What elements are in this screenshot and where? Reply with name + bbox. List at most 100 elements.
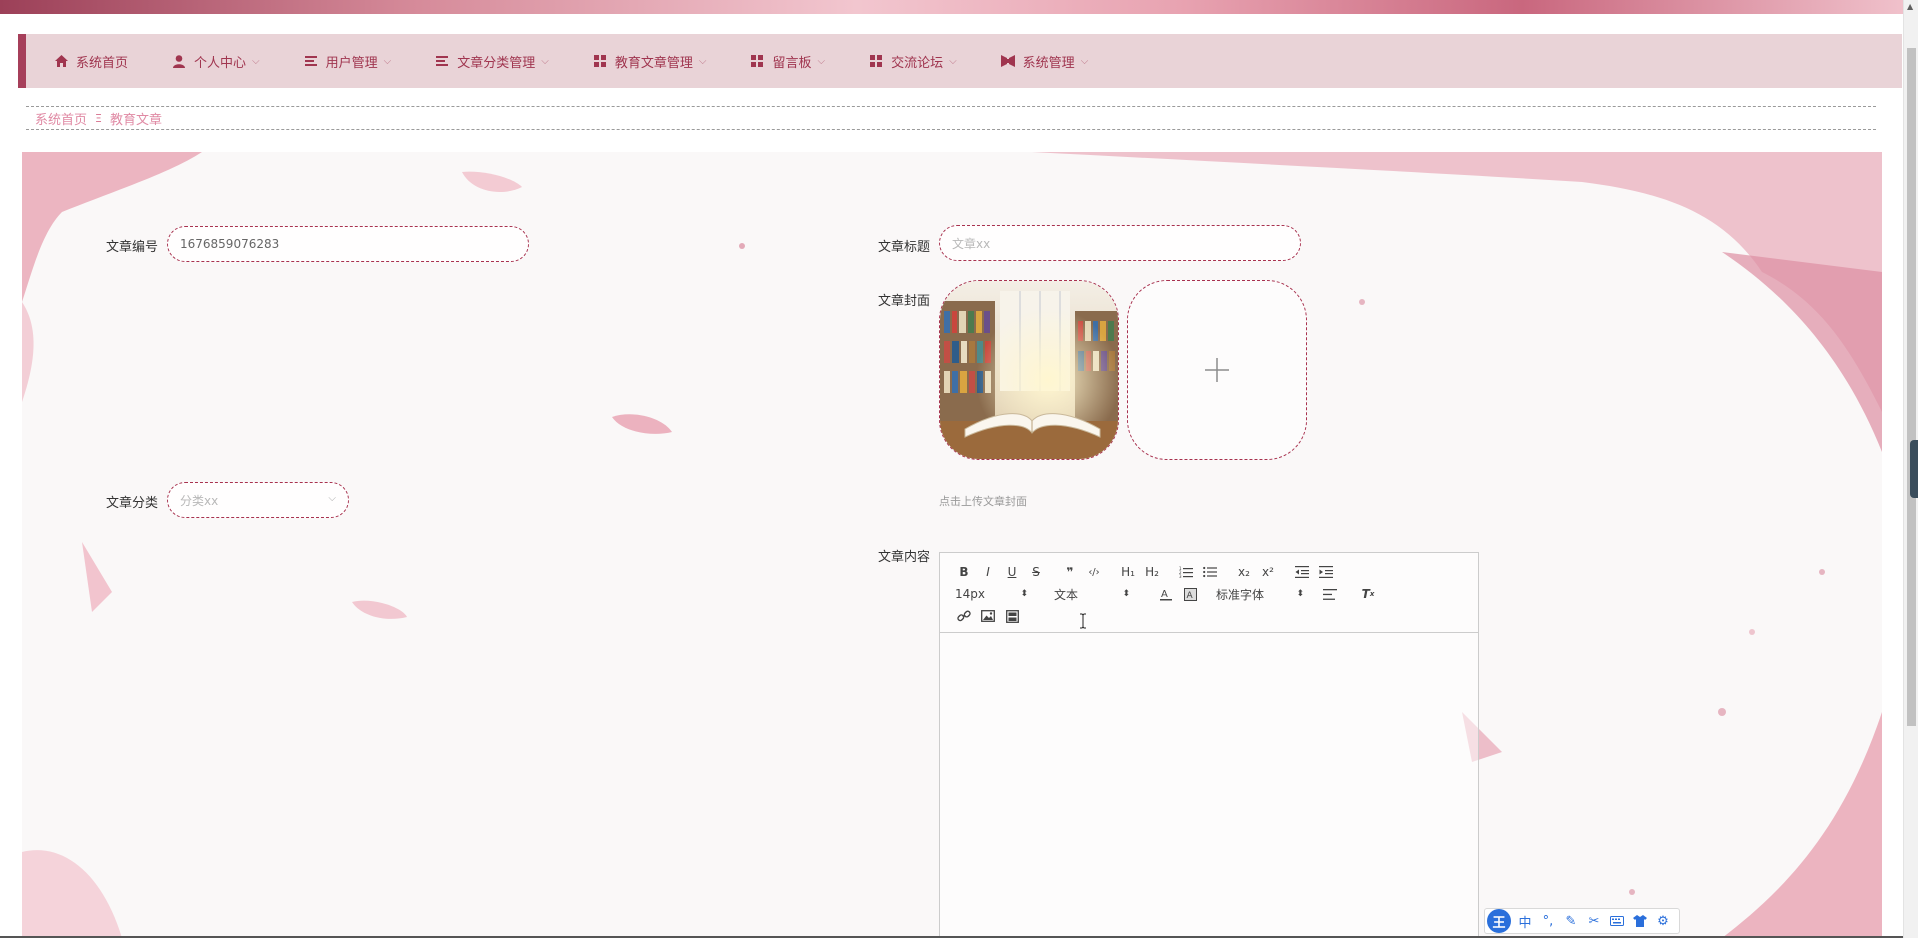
article-category-select[interactable]: 分类xx ⌵: [167, 482, 349, 518]
nav-item-label: 用户管理: [325, 55, 378, 71]
indent-icon[interactable]: [1314, 562, 1338, 582]
rich-text-editor: B I U S ❞ ‹/› H₁ H₂ 123 x₂ x² 14px ⬍ 文本 …: [939, 552, 1479, 938]
article-category-label: 文章分类: [105, 496, 158, 511]
keyboard-icon[interactable]: [1608, 912, 1626, 930]
chevron-down-icon: ⌵: [541, 55, 549, 67]
link-icon[interactable]: [952, 606, 976, 626]
nav-item-message-board[interactable]: 留言板 ⌵: [750, 52, 825, 71]
select-arrows-icon: ⬍: [1122, 589, 1130, 599]
select-arrows-icon: ⬍: [1020, 589, 1028, 599]
chevron-down-icon: ⌵: [698, 55, 707, 67]
h1-icon[interactable]: H₁: [1116, 562, 1140, 582]
settings-gear-icon[interactable]: ⚙: [1654, 912, 1672, 930]
image-icon[interactable]: [976, 606, 1000, 626]
header-select[interactable]: 文本 ⬍: [1054, 584, 1134, 604]
article-title-input[interactable]: 文章xx: [939, 225, 1301, 261]
scroll-up-arrow-icon[interactable]: ▲: [1907, 2, 1913, 11]
italic-icon[interactable]: I: [976, 562, 1000, 582]
category-select-placeholder: 分类xx: [180, 493, 219, 508]
nav-item-label: 留言板: [772, 55, 812, 71]
chevron-down-icon: ⌵: [817, 55, 826, 67]
ime-toolbar: 王 中 °, ✎ ✂ ⚙: [1484, 908, 1680, 934]
breadcrumb-separator: Ξ: [95, 111, 102, 125]
grid-icon: [869, 54, 883, 68]
blockquote-icon[interactable]: ❞: [1058, 562, 1082, 582]
font-size-select[interactable]: 14px ⬍: [952, 584, 1032, 604]
nav-item-article-management[interactable]: 教育文章管理 ⌵: [593, 52, 707, 71]
header-banner: [0, 0, 1903, 14]
article-cover-label: 文章封面: [877, 294, 930, 309]
bullet-list-icon[interactable]: [1198, 562, 1222, 582]
nav-item-forum[interactable]: 交流论坛 ⌵: [869, 52, 957, 71]
breadcrumb-current: 教育文章: [109, 112, 162, 128]
nav-item-label: 系统管理: [1022, 55, 1075, 71]
grid-icon: [593, 54, 607, 68]
list-icon: [435, 54, 449, 68]
ime-logo-icon[interactable]: 王: [1487, 909, 1511, 933]
font-family-select[interactable]: 标准字体 ⬍: [1216, 584, 1308, 604]
editor-content-area[interactable]: [940, 633, 1478, 938]
subscript-icon[interactable]: x₂: [1232, 562, 1256, 582]
ribbon-icon: [1000, 54, 1015, 68]
side-floating-tab[interactable]: [1910, 440, 1918, 498]
user-icon: [172, 54, 186, 68]
nav-item-personal-center[interactable]: 个人中心 ⌵: [172, 52, 260, 71]
form-panel: 文章编号 1676859076283 文章标题 文章xx 文章封面 点击上传文章…: [22, 152, 1882, 938]
grid-icon: [750, 54, 764, 68]
article-no-label: 文章编号: [105, 240, 158, 255]
h2-icon[interactable]: H₂: [1140, 562, 1164, 582]
cover-upload-hint: 点击上传文章封面: [939, 495, 1027, 508]
chevron-down-icon: ⌵: [383, 55, 392, 67]
scissors-icon[interactable]: ✂: [1585, 912, 1603, 930]
nav-item-label: 交流论坛: [891, 55, 944, 71]
superscript-icon[interactable]: x²: [1256, 562, 1280, 582]
article-content-label: 文章内容: [877, 550, 930, 565]
chevron-down-icon: ⌵: [949, 55, 957, 67]
video-icon[interactable]: [1000, 606, 1024, 626]
nav-item-system-management[interactable]: 系统管理 ⌵: [1000, 52, 1089, 71]
plus-icon: [1205, 358, 1229, 382]
punctuation-icon[interactable]: °,: [1539, 912, 1557, 930]
code-block-icon[interactable]: ‹/›: [1082, 562, 1106, 582]
select-arrows-icon: ⬍: [1296, 589, 1304, 599]
svg-text:A: A: [1186, 591, 1193, 601]
editor-toolbar: B I U S ❞ ‹/› H₁ H₂ 123 x₂ x² 14px ⬍ 文本 …: [940, 553, 1478, 633]
svg-text:3: 3: [1179, 574, 1182, 578]
nav-item-label: 文章分类管理: [457, 55, 536, 71]
breadcrumb-home-link[interactable]: 系统首页: [35, 109, 87, 128]
strike-icon[interactable]: S: [1024, 562, 1048, 582]
library-book-image: [940, 281, 1118, 459]
scrollbar-thumb[interactable]: [1907, 48, 1916, 726]
outdent-icon[interactable]: [1290, 562, 1314, 582]
article-no-input[interactable]: 1676859076283: [167, 226, 529, 262]
align-icon[interactable]: [1318, 584, 1342, 604]
article-title-label: 文章标题: [877, 240, 930, 255]
chevron-down-icon: ⌵: [252, 55, 260, 67]
top-nav: 系统首页 个人中心 ⌵ 用户管理 ⌵ 文章分类管理 ⌵ 教育文章管理 ⌵ 留言板…: [18, 34, 1902, 88]
cover-upload-button[interactable]: [1127, 280, 1307, 460]
pen-icon[interactable]: ✎: [1562, 912, 1580, 930]
nav-item-label: 个人中心: [194, 55, 247, 71]
background-color-icon[interactable]: A: [1178, 584, 1202, 604]
font-size-value: 14px: [955, 587, 985, 601]
ordered-list-icon[interactable]: 123: [1174, 562, 1198, 582]
chevron-down-icon: ⌵: [1080, 55, 1089, 67]
svg-text:A: A: [1161, 589, 1168, 600]
nav-item-home[interactable]: 系统首页: [54, 52, 128, 71]
ime-mode-chinese[interactable]: 中: [1516, 912, 1534, 931]
text-cursor-icon: [1080, 613, 1086, 629]
underline-icon[interactable]: U: [1000, 562, 1024, 582]
home-icon: [54, 54, 68, 68]
nav-item-label: 教育文章管理: [614, 55, 693, 71]
list-icon: [304, 54, 318, 68]
font-color-icon[interactable]: A: [1154, 584, 1178, 604]
bold-icon[interactable]: B: [952, 562, 976, 582]
nav-item-label: 系统首页: [76, 55, 129, 71]
clear-format-icon[interactable]: Tx: [1356, 584, 1380, 604]
font-family-value: 标准字体: [1216, 587, 1265, 602]
skin-shirt-icon[interactable]: [1631, 912, 1649, 930]
cover-image[interactable]: [939, 280, 1119, 460]
header-value: 文本: [1054, 587, 1079, 602]
nav-item-user-management[interactable]: 用户管理 ⌵: [304, 52, 392, 71]
nav-item-category-management[interactable]: 文章分类管理 ⌵: [435, 52, 549, 71]
